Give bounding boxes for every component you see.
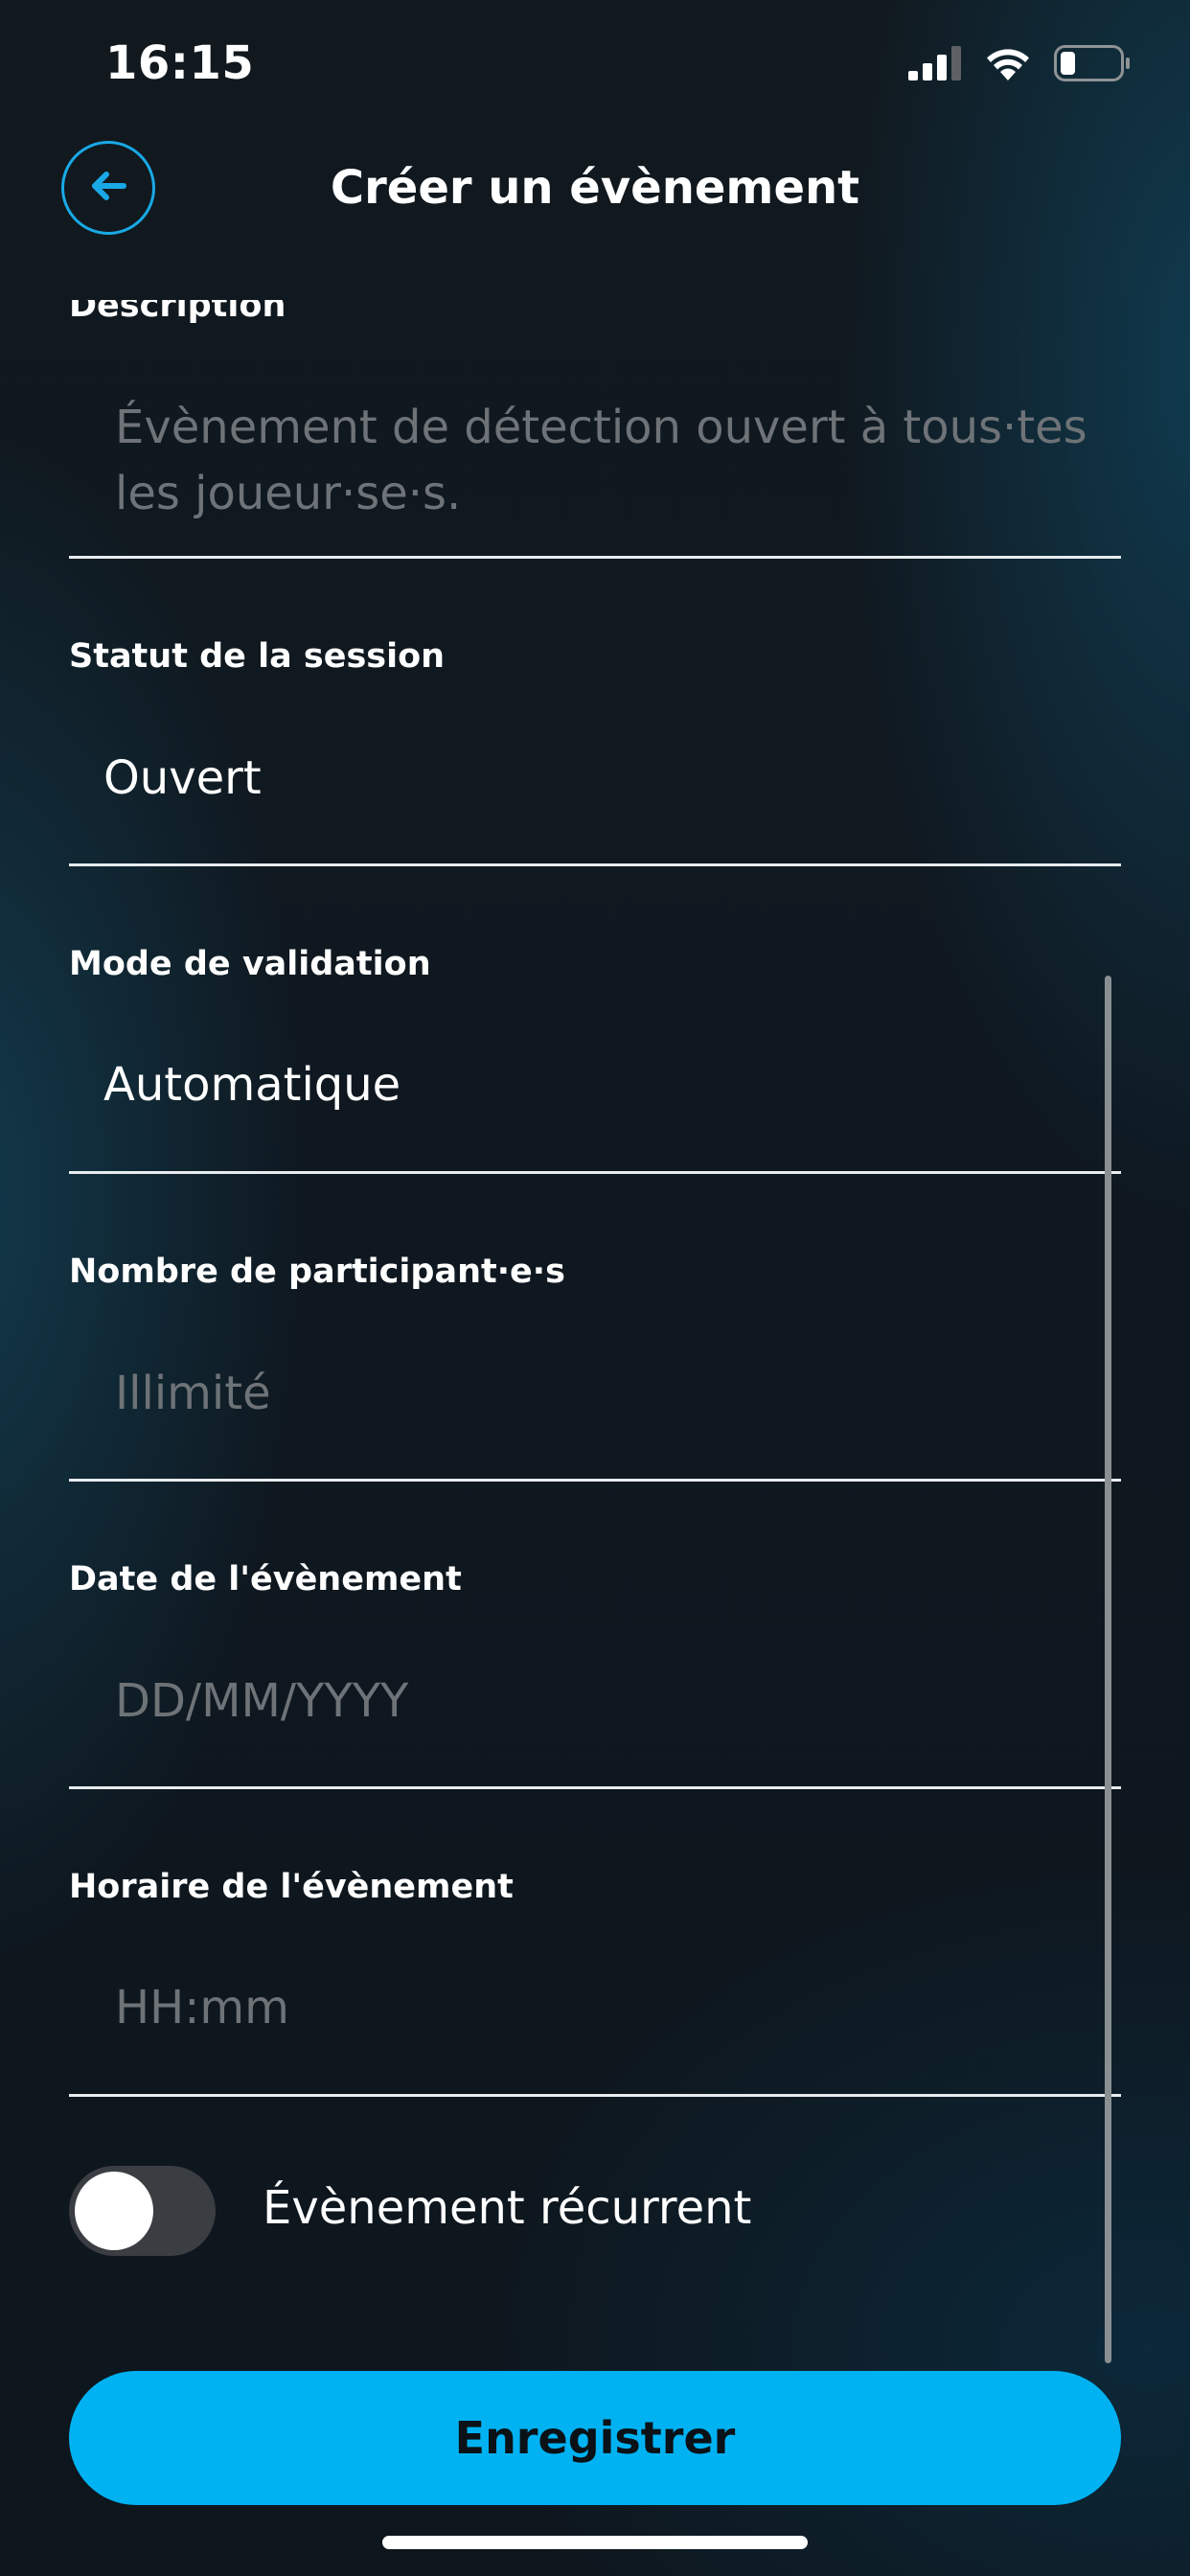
session-status-label: Statut de la session bbox=[69, 637, 446, 676]
scrollbar[interactable] bbox=[1105, 976, 1111, 2363]
event-time-input[interactable]: HH:mm bbox=[115, 1981, 289, 2035]
validation-mode-underline bbox=[69, 1171, 1121, 1174]
event-date-label: Date de l'évènement bbox=[69, 1560, 462, 1598]
validation-mode-select[interactable]: Automatique bbox=[103, 1058, 400, 1112]
event-date-input[interactable]: DD/MM/YYYY bbox=[115, 1674, 408, 1728]
create-event-screen: 16:15 Créer un évènement Description Évè… bbox=[0, 0, 1190, 2576]
session-status-underline bbox=[69, 863, 1121, 866]
participants-label: Nombre de participant·e·s bbox=[69, 1253, 565, 1291]
description-underline bbox=[69, 556, 1121, 559]
save-button[interactable]: Enregistrer bbox=[69, 2371, 1121, 2505]
session-status-select[interactable]: Ouvert bbox=[103, 751, 262, 805]
status-icons bbox=[908, 44, 1131, 86]
home-indicator bbox=[382, 2536, 808, 2549]
validation-mode-label: Mode de validation bbox=[69, 945, 431, 983]
status-time: 16:15 bbox=[105, 36, 255, 90]
wifi-icon bbox=[985, 46, 1031, 84]
toggle-knob bbox=[75, 2172, 153, 2250]
description-label: Description bbox=[69, 300, 286, 325]
event-time-underline bbox=[69, 2094, 1121, 2097]
participants-underline bbox=[69, 1479, 1121, 1482]
participants-input[interactable]: Illimité bbox=[115, 1367, 271, 1420]
recurring-toggle[interactable] bbox=[69, 2166, 216, 2256]
cellular-signal-icon bbox=[908, 46, 962, 84]
event-date-underline bbox=[69, 1786, 1121, 1789]
page-title: Créer un évènement bbox=[330, 161, 860, 215]
description-input[interactable]: Évènement de détection ouvert à tous·tes… bbox=[115, 395, 1111, 527]
recurring-label: Évènement récurrent bbox=[263, 2181, 752, 2235]
event-time-label: Horaire de l'évènement bbox=[69, 1868, 514, 1906]
battery-icon bbox=[1054, 45, 1131, 85]
